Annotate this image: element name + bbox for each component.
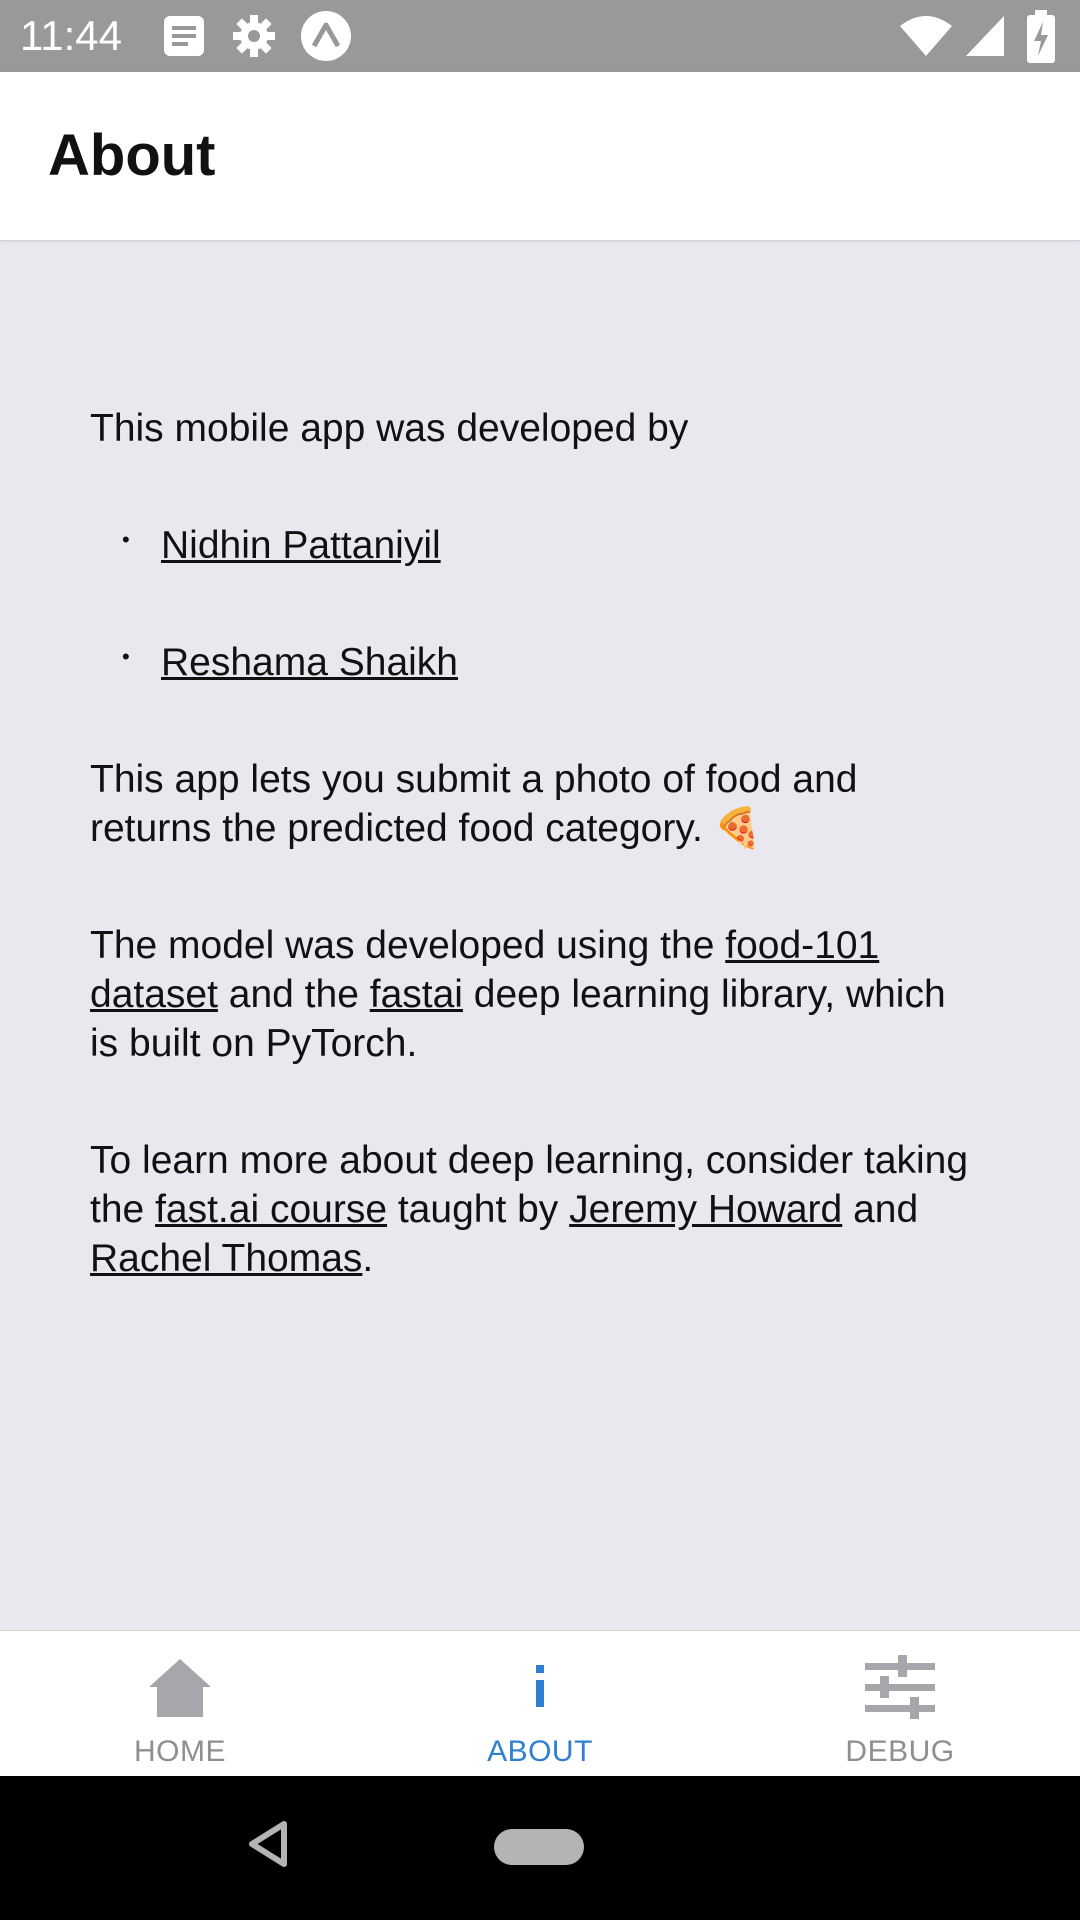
learn-text-part: taught by [387,1188,570,1231]
author-list: • Nidhin Pattaniyil • Reshama Shaikh [90,521,970,687]
model-text-part: The model was developed using the [90,924,726,967]
rachel-thomas-link[interactable]: Rachel Thomas [90,1237,362,1280]
model-text-part: and the [217,973,370,1016]
home-pill-icon[interactable] [494,1829,584,1865]
list-item: • Reshama Shaikh [90,638,970,687]
pizza-icon: 🍕 [713,807,763,850]
jeremy-howard-link[interactable]: Jeremy Howard [569,1188,842,1231]
status-time: 11:44 [20,12,122,59]
wifi-icon [898,12,954,65]
tab-debug[interactable]: DEBUG [720,1631,1080,1777]
status-bar: 11:44 [0,0,1080,72]
signal-icon [964,12,1008,65]
model-text: The model was developed using the food-1… [90,921,970,1068]
bullet-icon: • [122,644,130,669]
tab-label: DEBUG [845,1735,955,1768]
tab-about[interactable]: ABOUT [360,1631,720,1777]
app-header: About [0,72,1080,241]
expo-icon [300,10,352,67]
author-link-nidhin[interactable]: Nidhin Pattaniyil [161,524,441,567]
sliders-icon [865,1653,935,1723]
notification-icon [160,12,208,65]
intro-text: This mobile app was developed by [90,407,689,450]
tab-label: HOME [134,1735,226,1768]
bottom-tab-bar: HOME ABOUT DEBUG [0,1630,1080,1777]
learn-text-part: and [842,1188,919,1231]
learn-more-text: To learn more about deep learning, consi… [90,1136,970,1283]
learn-text-part: . [362,1237,374,1280]
page-title: About [48,123,216,188]
list-item: • Nidhin Pattaniyil [90,521,970,570]
fastai-link[interactable]: fastai [370,973,463,1016]
fastai-course-link[interactable]: fast.ai course [155,1188,387,1231]
system-nav-bar [0,1776,1080,1920]
tab-home[interactable]: HOME [0,1631,360,1777]
author-link-reshama[interactable]: Reshama Shaikh [161,641,458,684]
home-icon [145,1653,215,1723]
about-content: This mobile app was developed by • Nidhi… [90,404,970,1283]
back-icon[interactable] [248,1820,288,1873]
settings-icon [230,12,278,65]
description-text: This app lets you submit a photo of food… [90,755,970,853]
tab-label: ABOUT [487,1735,593,1768]
info-icon [505,1653,575,1723]
bullet-icon: • [122,527,130,552]
battery-charging-icon [1026,10,1056,69]
